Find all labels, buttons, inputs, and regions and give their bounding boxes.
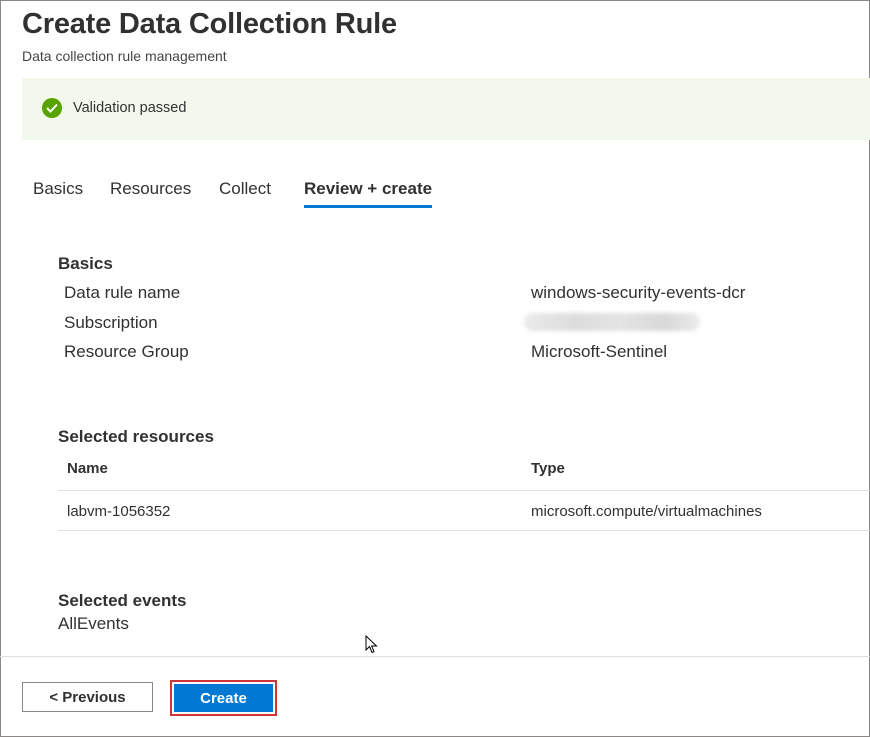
validation-message: Validation passed [73,100,187,116]
subscription-label: Subscription [64,313,158,332]
tab-review-create[interactable]: Review + create [304,179,433,208]
tab-basics[interactable]: Basics [33,179,83,207]
subscription-value-redacted [524,313,700,331]
basics-section-title: Basics [58,254,113,273]
resource-type-cell: microsoft.compute/virtualmachines [531,503,762,520]
tab-resources[interactable]: Resources [110,179,191,207]
validation-banner: Validation passed [22,78,870,140]
tab-bar: Basics Resources Collect Review + create [0,176,870,212]
create-button[interactable]: Create [174,684,273,712]
data-rule-name-label: Data rule name [64,283,181,302]
resource-name-cell: labvm-1056352 [67,503,171,520]
column-header-name: Name [67,460,108,477]
footer-divider [0,656,870,657]
table-divider [58,530,870,531]
selected-events-value: AllEvents [58,614,129,633]
previous-button[interactable]: < Previous [22,682,153,712]
selected-resources-title: Selected resources [58,427,214,446]
table-divider [58,490,870,491]
check-circle-icon [42,98,62,118]
data-rule-name-value: windows-security-events-dcr [531,283,746,302]
column-header-type: Type [531,460,565,477]
page-subtitle: Data collection rule management [22,48,227,64]
resource-group-label: Resource Group [64,342,189,361]
selected-events-title: Selected events [58,591,187,610]
resource-group-value: Microsoft-Sentinel [531,342,668,361]
tab-collect[interactable]: Collect [219,179,271,207]
page-title: Create Data Collection Rule [22,8,397,40]
